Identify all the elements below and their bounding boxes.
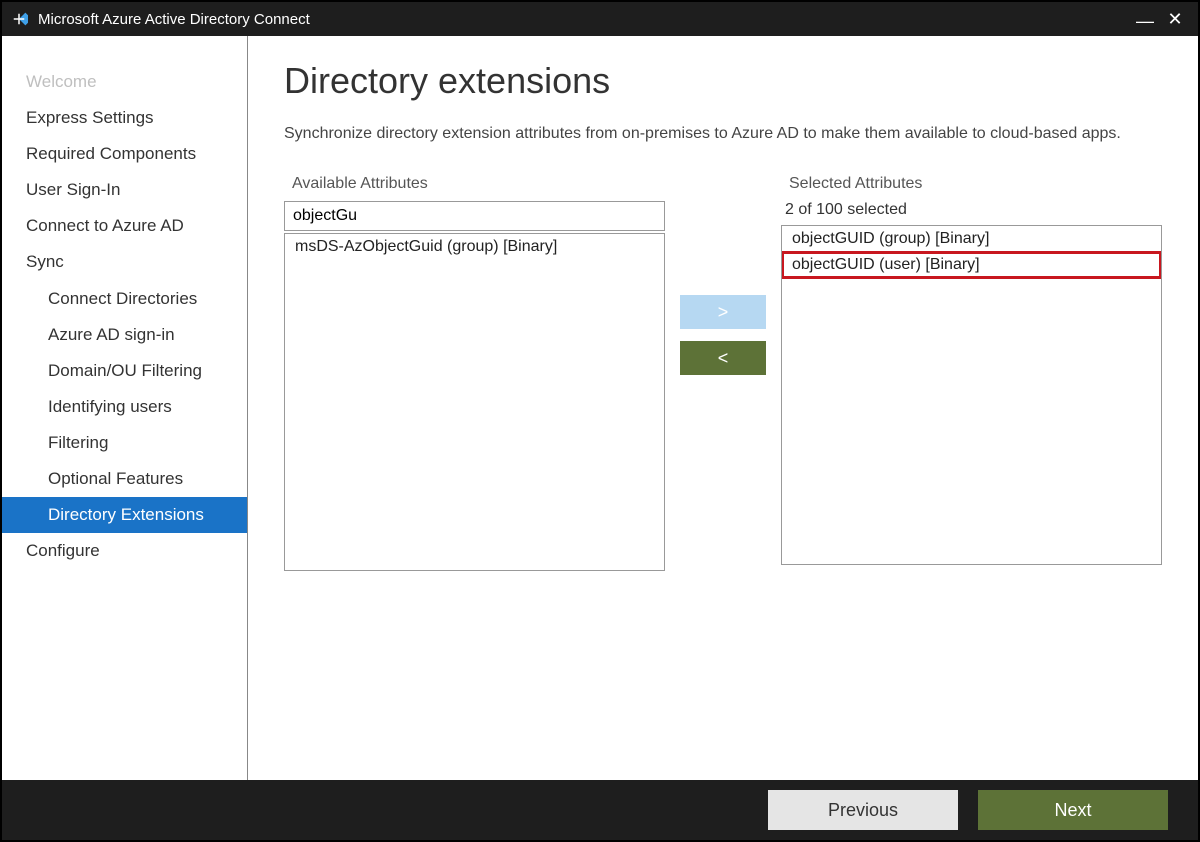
selected-label: Selected Attributes bbox=[781, 175, 1162, 193]
search-input[interactable] bbox=[284, 201, 665, 231]
sidebar-item[interactable]: Domain/OU Filtering bbox=[2, 353, 247, 389]
sidebar: WelcomeExpress SettingsRequired Componen… bbox=[2, 36, 248, 780]
app-icon bbox=[10, 10, 28, 28]
minimize-button[interactable]: — bbox=[1130, 12, 1160, 30]
window-title: Microsoft Azure Active Directory Connect bbox=[38, 11, 1130, 28]
sidebar-item[interactable]: User Sign-In bbox=[2, 172, 247, 208]
next-button[interactable]: Next bbox=[978, 790, 1168, 830]
sidebar-item[interactable]: Azure AD sign-in bbox=[2, 317, 247, 353]
sidebar-item[interactable]: Optional Features bbox=[2, 461, 247, 497]
content-area: WelcomeExpress SettingsRequired Componen… bbox=[2, 36, 1198, 780]
list-item[interactable]: objectGUID (group) [Binary] bbox=[782, 226, 1161, 252]
page-description: Synchronize directory extension attribut… bbox=[284, 122, 1162, 145]
selected-column: Selected Attributes 2 of 100 selected ob… bbox=[781, 175, 1162, 565]
titlebar: Microsoft Azure Active Directory Connect… bbox=[2, 2, 1198, 36]
sidebar-item[interactable]: Configure bbox=[2, 533, 247, 569]
add-attribute-button[interactable]: > bbox=[680, 295, 766, 329]
sidebar-item[interactable]: Express Settings bbox=[2, 100, 247, 136]
main-panel: Directory extensions Synchronize directo… bbox=[248, 36, 1198, 780]
footer: Previous Next bbox=[2, 780, 1198, 840]
sidebar-item: Welcome bbox=[2, 64, 247, 100]
available-label: Available Attributes bbox=[284, 175, 665, 193]
attribute-picker: Available Attributes msDS-AzObjectGuid (… bbox=[284, 175, 1162, 571]
remove-attribute-button[interactable]: < bbox=[680, 341, 766, 375]
list-item[interactable]: msDS-AzObjectGuid (group) [Binary] bbox=[285, 234, 664, 260]
list-item[interactable]: objectGUID (user) [Binary] bbox=[782, 252, 1161, 278]
sidebar-item[interactable]: Connect to Azure AD bbox=[2, 208, 247, 244]
available-listbox[interactable]: msDS-AzObjectGuid (group) [Binary] bbox=[284, 233, 665, 571]
move-controls: > < bbox=[665, 175, 781, 375]
sidebar-item[interactable]: Connect Directories bbox=[2, 281, 247, 317]
sidebar-item[interactable]: Directory Extensions bbox=[2, 497, 247, 533]
sidebar-item[interactable]: Sync bbox=[2, 244, 247, 280]
sidebar-item[interactable]: Identifying users bbox=[2, 389, 247, 425]
available-column: Available Attributes msDS-AzObjectGuid (… bbox=[284, 175, 665, 571]
selected-count: 2 of 100 selected bbox=[781, 201, 1162, 219]
previous-button[interactable]: Previous bbox=[768, 790, 958, 830]
sidebar-item[interactable]: Required Components bbox=[2, 136, 247, 172]
close-button[interactable]: ✕ bbox=[1160, 10, 1190, 28]
page-title: Directory extensions bbox=[284, 60, 1162, 102]
selected-listbox[interactable]: objectGUID (group) [Binary]objectGUID (u… bbox=[781, 225, 1162, 565]
sidebar-item[interactable]: Filtering bbox=[2, 425, 247, 461]
